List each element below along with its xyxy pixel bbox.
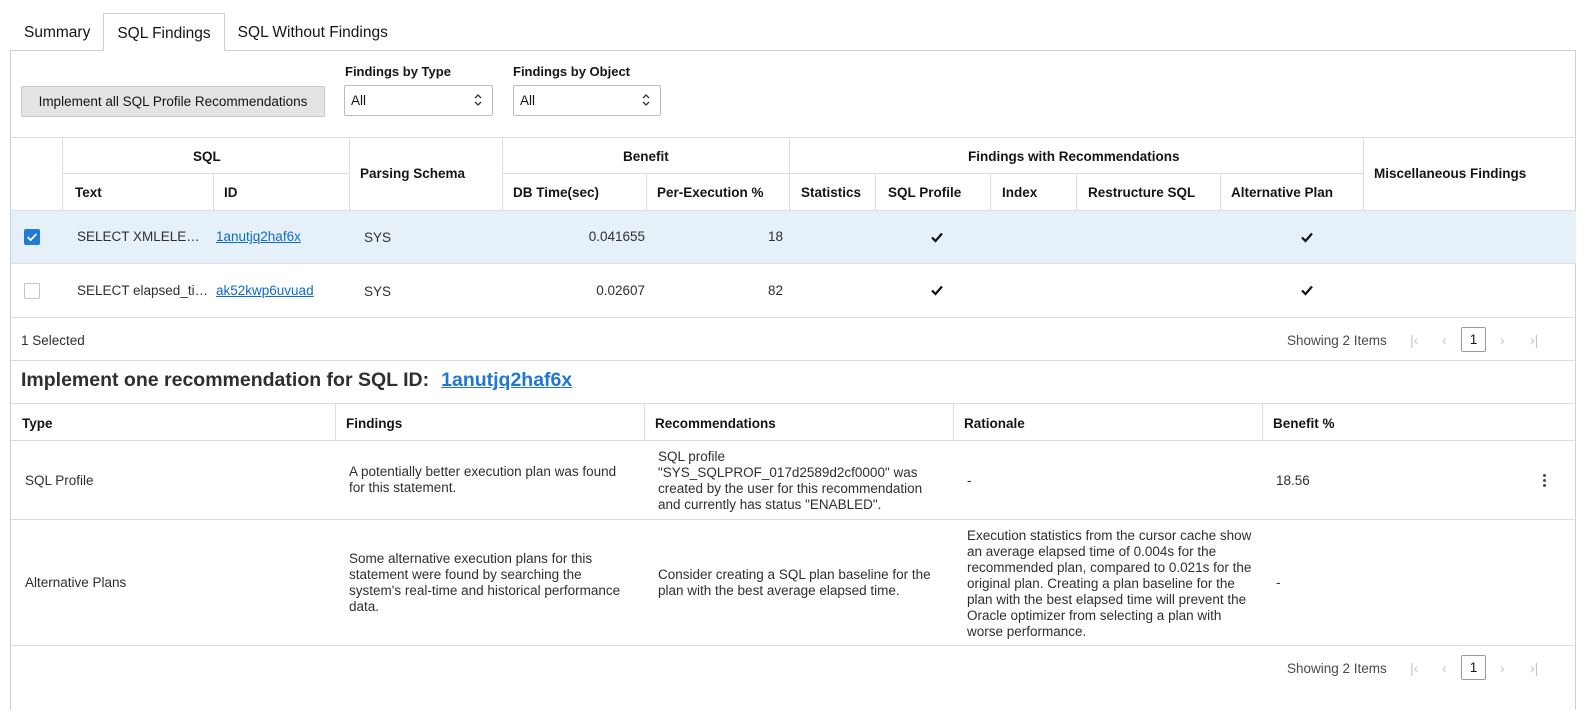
- rec-col-header-benefit[interactable]: Benefit %: [1273, 416, 1335, 431]
- col-header-statistics[interactable]: Statistics: [801, 185, 861, 200]
- rec-type-cell: SQL Profile: [25, 473, 94, 488]
- col-group-benefit: Benefit: [623, 149, 669, 164]
- rec-benefit-cell: 18.56: [1276, 473, 1310, 488]
- sql-profile-check-icon: [931, 285, 943, 296]
- row-checkbox[interactable]: [24, 283, 40, 299]
- rec-last-page-icon[interactable]: ›|: [1530, 660, 1538, 676]
- col-group-findings-with-recommendations: Findings with Recommendations: [968, 149, 1180, 164]
- implement-all-sql-profile-button[interactable]: Implement all SQL Profile Recommendation…: [21, 86, 325, 117]
- last-page-icon[interactable]: ›|: [1530, 332, 1538, 348]
- rec-next-page-icon[interactable]: ›: [1500, 660, 1505, 676]
- col-header-db-time[interactable]: DB Time(sec): [513, 185, 599, 200]
- rec-col-header-recommendations[interactable]: Recommendations: [655, 416, 776, 431]
- rec-rationale-cell: -: [967, 473, 972, 488]
- db-time-cell: 0.041655: [588, 229, 645, 244]
- parsing-schema-cell: SYS: [364, 230, 392, 245]
- sql-id-link[interactable]: 1anutjq2haf6x: [216, 229, 301, 244]
- showing-items-text: Showing 2 Items: [1287, 333, 1387, 348]
- col-header-restructure-sql[interactable]: Restructure SQL: [1088, 185, 1195, 200]
- col-header-id[interactable]: ID: [224, 185, 238, 200]
- rec-col-header-rationale[interactable]: Rationale: [964, 416, 1025, 431]
- col-header-alternative-plan[interactable]: Alternative Plan: [1231, 185, 1333, 200]
- rec-col-header-findings[interactable]: Findings: [346, 416, 402, 431]
- col-header-index[interactable]: Index: [1002, 185, 1037, 200]
- tab-sql-findings[interactable]: SQL Findings: [103, 13, 225, 51]
- per-execution-cell: 18: [767, 229, 783, 244]
- tab-summary[interactable]: Summary: [11, 13, 103, 51]
- col-header-parsing-schema[interactable]: Parsing Schema: [360, 166, 465, 181]
- findings-by-object-value: All: [520, 93, 536, 108]
- alternative-plan-check-icon: [1301, 285, 1313, 296]
- sql-text-cell: SELECT elapsed_ti…: [77, 283, 209, 298]
- first-page-icon[interactable]: |‹: [1410, 332, 1418, 348]
- sql-text-cell: SELECT XMLELE…: [77, 229, 200, 244]
- findings-by-object-select[interactable]: All: [513, 85, 661, 116]
- select-arrows-icon: [642, 94, 650, 106]
- alternative-plan-check-icon: [1301, 232, 1313, 243]
- findings-by-type-select[interactable]: All: [344, 85, 493, 116]
- tab-sql-without-findings[interactable]: SQL Without Findings: [225, 13, 401, 51]
- rec-recommendation-cell: SQL profile "SYS_SQLPROF_017d2589d2cf000…: [658, 449, 923, 512]
- sql-profile-check-icon: [931, 232, 943, 243]
- rec-prev-page-icon[interactable]: ‹: [1442, 660, 1447, 676]
- col-header-text[interactable]: Text: [75, 185, 102, 200]
- db-time-cell: 0.02607: [596, 283, 645, 298]
- checkmark-icon: [27, 233, 38, 242]
- findings-by-object-label: Findings by Object: [513, 64, 631, 79]
- col-header-sql-profile[interactable]: SQL Profile: [888, 185, 961, 200]
- col-header-per-execution[interactable]: Per-Execution %: [657, 185, 764, 200]
- recommendation-title: Implement one recommendation for SQL ID:…: [21, 369, 572, 392]
- rec-benefit-cell: -: [1276, 575, 1281, 590]
- sql-id-link[interactable]: ak52kwp6uvuad: [216, 283, 314, 298]
- rec-findings-cell: Some alternative execution plans for thi…: [349, 551, 621, 614]
- next-page-icon[interactable]: ›: [1500, 332, 1505, 348]
- tab-bar: Summary SQL Findings SQL Without Finding…: [11, 13, 401, 51]
- selected-count: 1 Selected: [21, 333, 85, 348]
- col-header-misc-findings[interactable]: Miscellaneous Findings: [1374, 166, 1526, 181]
- col-group-sql: SQL: [193, 149, 221, 164]
- select-arrows-icon: [474, 94, 482, 106]
- recommendation-sql-id-link[interactable]: 1anutjq2haf6x: [441, 369, 572, 391]
- prev-page-icon[interactable]: ‹: [1442, 332, 1447, 348]
- rec-type-cell: Alternative Plans: [25, 575, 127, 590]
- page-number[interactable]: 1: [1461, 327, 1486, 352]
- findings-by-type-label: Findings by Type: [345, 64, 451, 79]
- rec-rationale-cell: Execution statistics from the cursor cac…: [967, 528, 1252, 639]
- parsing-schema-cell: SYS: [364, 284, 392, 299]
- per-execution-cell: 82: [767, 283, 783, 298]
- row-actions-menu-icon[interactable]: [1543, 474, 1547, 489]
- row-checkbox-checked[interactable]: [24, 229, 40, 245]
- rec-recommendation-cell: Consider creating a SQL plan baseline fo…: [658, 567, 931, 598]
- rec-first-page-icon[interactable]: |‹: [1410, 660, 1418, 676]
- rec-showing-items-text: Showing 2 Items: [1287, 661, 1387, 676]
- rec-col-header-type[interactable]: Type: [22, 416, 53, 431]
- recommendation-title-text: Implement one recommendation for SQL ID:: [21, 369, 430, 391]
- rec-page-number[interactable]: 1: [1461, 655, 1486, 680]
- rec-findings-cell: A potentially better execution plan was …: [349, 464, 617, 495]
- findings-by-type-value: All: [351, 93, 367, 108]
